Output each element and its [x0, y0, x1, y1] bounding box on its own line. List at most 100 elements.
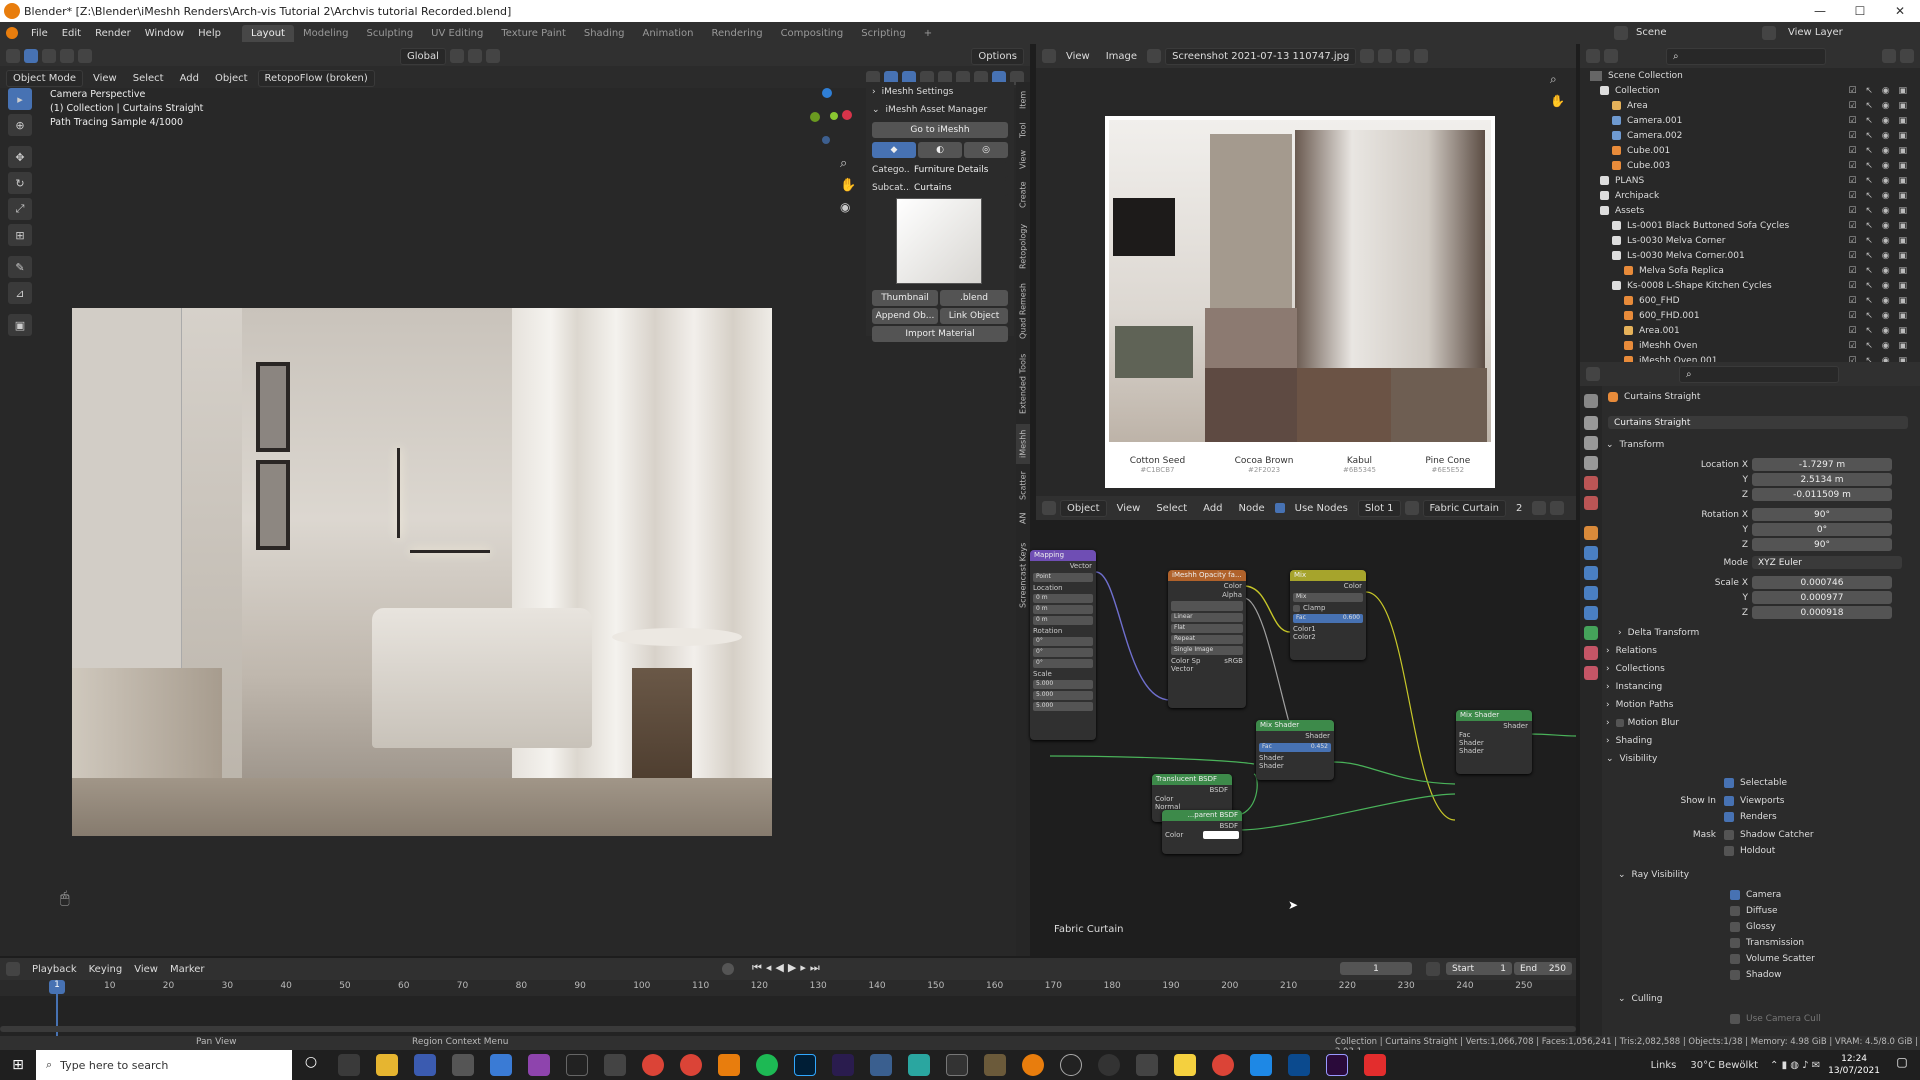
transform-tool-icon[interactable]: ⊞	[8, 224, 32, 246]
visibility-toggles-icon[interactable]: ☑ ↖ ◉ ▣	[1848, 221, 1910, 231]
ray-glossy-checkbox[interactable]: Glossy	[1730, 920, 1776, 934]
link-object-button[interactable]: Link Object	[940, 308, 1008, 324]
subcategory-dropdown[interactable]: Curtains	[910, 180, 1008, 196]
visibility-toggles-icon[interactable]: ☑ ↖ ◉ ▣	[1848, 191, 1910, 201]
retopoflow-dropdown[interactable]: RetopoFlow (broken)	[257, 69, 375, 87]
close-button[interactable]: ✕	[1880, 0, 1920, 22]
asset-type-model-icon[interactable]: ◆	[872, 142, 916, 158]
transparent-color-swatch[interactable]	[1203, 831, 1239, 839]
visibility-toggles-icon[interactable]: ☑ ↖ ◉ ▣	[1848, 251, 1910, 261]
texture-tab-icon[interactable]	[1584, 666, 1598, 680]
shadow-catcher-checkbox[interactable]: Shadow Catcher	[1724, 828, 1814, 842]
object-tab-icon[interactable]	[1584, 526, 1598, 540]
image-new-icon[interactable]	[1360, 49, 1375, 63]
material-slot-dropdown[interactable]: Slot 1	[1357, 499, 1401, 517]
taskbar-links[interactable]: Links	[1651, 1060, 1677, 1071]
outliner-editor-type-icon[interactable]	[1586, 49, 1600, 63]
timeline-editor-type-icon[interactable]	[6, 962, 20, 976]
workspace-tab-compositing[interactable]: Compositing	[772, 25, 853, 42]
visibility-toggles-icon[interactable]: ☑ ↖ ◉ ▣	[1848, 161, 1910, 171]
properties-editor-type-icon[interactable]	[1586, 367, 1600, 381]
image-browse-icon[interactable]	[1147, 49, 1162, 63]
frame-ruler[interactable]: 10 20 30 40 50 60 70 80 90 100 110 120 130 140 150 160 1…	[0, 980, 1576, 996]
pivot-point-icon[interactable]	[449, 49, 464, 63]
move-tool-icon[interactable]: ✥	[8, 146, 32, 168]
rotation-mode-dropdown[interactable]: XYZ Euler	[1752, 556, 1902, 569]
select-mode-subtract-icon[interactable]	[60, 49, 74, 63]
blend-button[interactable]: .blend	[940, 290, 1008, 306]
image-editor-menu-image[interactable]: Image	[1100, 49, 1143, 64]
notion-icon[interactable]	[566, 1054, 588, 1076]
outliner-row[interactable]: Melva Sofa Replica ☑ ↖ ◉ ▣	[1580, 263, 1920, 278]
premiere-icon[interactable]	[1326, 1054, 1348, 1076]
steam-icon[interactable]	[1098, 1054, 1120, 1076]
world-tab-icon[interactable]	[1584, 496, 1598, 510]
new-collection-icon[interactable]	[1900, 49, 1914, 63]
outliner-row[interactable]: Ls-0030 Melva Corner ☑ ↖ ◉ ▣	[1580, 233, 1920, 248]
taskbar-search-box[interactable]: ⌕ Type here to search	[36, 1050, 292, 1080]
instancing-panel[interactable]: › Instancing	[1606, 680, 1662, 694]
tab-screencast-keys[interactable]: Screencast Keys	[1016, 530, 1030, 620]
outliner-row[interactable]: PLANS ☑ ↖ ◉ ▣	[1580, 173, 1920, 188]
measure-tool-icon[interactable]: ⊿	[8, 282, 32, 304]
visibility-toggles-icon[interactable]: ☑ ↖ ◉ ▣	[1848, 311, 1910, 321]
add-workspace-button[interactable]: +	[915, 25, 941, 42]
workspace-tab-layout[interactable]: Layout	[241, 24, 294, 42]
outliner-row[interactable]: 600_FHD ☑ ↖ ◉ ▣	[1580, 293, 1920, 308]
view-layer-tab-icon[interactable]	[1584, 456, 1598, 470]
workspace-tab-rendering[interactable]: Rendering	[702, 25, 771, 42]
options-dropdown[interactable]: Options	[971, 47, 1024, 65]
shader-type-dropdown[interactable]: Object	[1060, 499, 1107, 517]
select-mode-extend-icon[interactable]	[42, 49, 56, 63]
ray-shadow-checkbox[interactable]: Shadow	[1730, 968, 1782, 982]
image-editor-menu-view[interactable]: View	[1060, 49, 1096, 64]
gizmo-z-axis[interactable]	[822, 88, 832, 98]
image-close-icon[interactable]	[1396, 49, 1411, 63]
media-encoder-icon[interactable]	[832, 1054, 854, 1076]
menu-render[interactable]: Render	[88, 28, 138, 39]
photoshop-icon[interactable]	[794, 1054, 816, 1076]
mode-dropdown[interactable]: Object Mode	[6, 69, 83, 87]
show-in-renders-checkbox[interactable]: Renders	[1724, 810, 1777, 824]
gizmo-neg-z-axis[interactable]	[822, 136, 830, 144]
properties-search-icon[interactable]: ⌕	[1679, 365, 1839, 383]
gizmo-x-axis[interactable]	[842, 110, 852, 120]
cortana-icon[interactable]: ○	[300, 1054, 322, 1076]
location-z-field[interactable]: -0.011509 m	[1752, 488, 1892, 501]
app-icon-4[interactable]	[604, 1054, 626, 1076]
transform-orientation-dropdown[interactable]: Global	[400, 47, 446, 65]
tab-quad-remesh[interactable]: Quad Remesh	[1016, 278, 1030, 344]
imeshh-asset-manager-header[interactable]: ⌄ iMeshh Asset Manager	[872, 102, 987, 118]
viewport-menu-select[interactable]: Select	[127, 71, 170, 86]
motion-blur-panel[interactable]: › Motion Blur	[1606, 716, 1679, 730]
outliner-row[interactable]: Collection ☑ ↖ ◉ ▣	[1580, 83, 1920, 98]
end-frame-field[interactable]: End 250	[1514, 962, 1572, 975]
pin-icon[interactable]	[1414, 49, 1429, 63]
node-menu-view[interactable]: View	[1111, 501, 1147, 516]
node-menu-node[interactable]: Node	[1233, 501, 1271, 516]
image-open-icon[interactable]	[1378, 49, 1393, 63]
tab-imeshh[interactable]: iMeshh	[1016, 424, 1030, 464]
outliner-display-mode-icon[interactable]	[1604, 49, 1618, 63]
menu-help[interactable]: Help	[191, 28, 228, 39]
auto-keying-icon[interactable]	[722, 963, 734, 975]
view-layer-selector[interactable]: View Layer	[1788, 27, 1843, 38]
spotify-icon[interactable]	[756, 1054, 778, 1076]
3d-viewport[interactable]: Camera Perspective (1) Collection | Curt…	[0, 88, 1016, 956]
workspace-tab-sculpting[interactable]: Sculpting	[357, 25, 422, 42]
go-to-imeshh-button[interactable]: Go to iMeshh	[872, 122, 1008, 138]
node-imeshh-opacity-texture[interactable]: iMeshh Opacity fa... Color Alpha Linear …	[1168, 570, 1246, 708]
collections-panel[interactable]: › Collections	[1606, 662, 1665, 676]
select-box-icon[interactable]	[6, 49, 20, 63]
notification-icon[interactable]: ▢	[1892, 1055, 1912, 1075]
select-mode-new-icon[interactable]	[24, 49, 38, 63]
gizmo-y-axis[interactable]	[810, 112, 820, 122]
menu-file[interactable]: File	[24, 28, 55, 39]
image-pan-hand-icon[interactable]: ✋	[1550, 94, 1565, 108]
visibility-toggles-icon[interactable]: ☑ ↖ ◉ ▣	[1848, 206, 1910, 216]
outliner-row[interactable]: 600_FHD.001 ☑ ↖ ◉ ▣	[1580, 308, 1920, 323]
app-icon-10[interactable]	[1250, 1054, 1272, 1076]
node-menu-add[interactable]: Add	[1197, 501, 1228, 516]
workspace-tab-texture-paint[interactable]: Texture Paint	[492, 25, 575, 42]
visibility-toggles-icon[interactable]: ☑ ↖ ◉ ▣	[1848, 266, 1910, 276]
